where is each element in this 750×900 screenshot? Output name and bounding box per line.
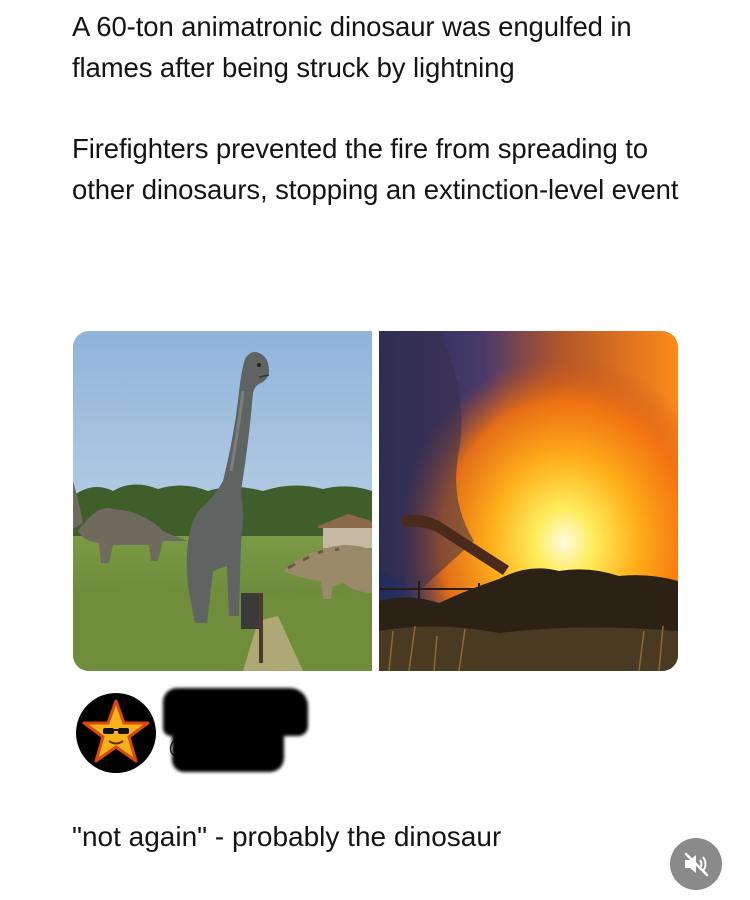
post-paragraph-joke: Firefighters prevented the fire from spr… bbox=[72, 133, 679, 205]
author-avatar[interactable] bbox=[76, 693, 156, 773]
post-paragraph-headline: A 60-ton animatronic dinosaur was engulf… bbox=[72, 11, 632, 83]
media-gallery[interactable] bbox=[73, 331, 678, 671]
caption-text: "not again" - probably the dinosaur bbox=[72, 821, 502, 852]
fire-photo[interactable] bbox=[379, 331, 678, 671]
post-text: A 60-ton animatronic dinosaur was engulf… bbox=[72, 6, 692, 210]
speaker-muted-icon bbox=[684, 852, 709, 877]
star-with-sunglasses-icon bbox=[82, 699, 150, 763]
mute-button[interactable] bbox=[670, 838, 722, 890]
dinosaur-park-photo[interactable] bbox=[73, 331, 372, 671]
redaction-mark-handle bbox=[172, 726, 284, 772]
